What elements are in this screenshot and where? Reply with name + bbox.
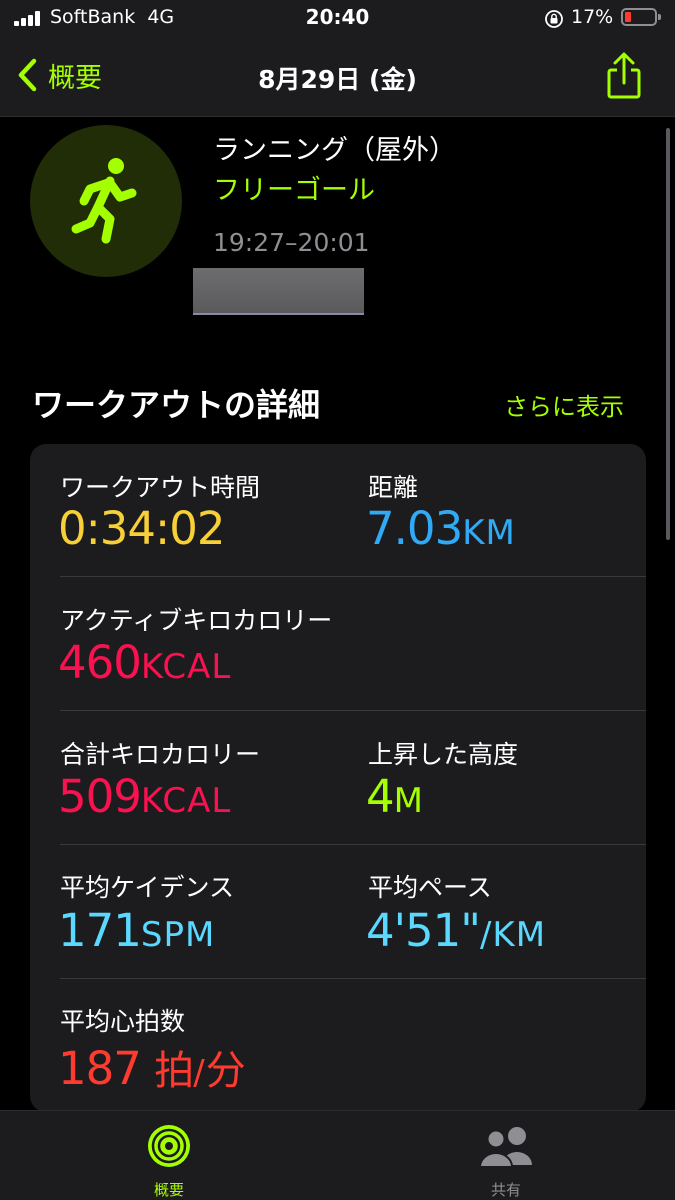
elevation-number: 4 (366, 770, 395, 823)
elevation-unit: M (393, 781, 424, 821)
heart-rate-label: 平均心拍数 (60, 1007, 186, 1036)
pace-label: 平均ペース (368, 873, 492, 902)
distance-unit: KM (462, 513, 516, 553)
total-kcal-number: 509 (58, 770, 142, 823)
duration-number: 0:34:02 (58, 502, 225, 555)
distance-value: 7.03KM (366, 502, 516, 555)
people-icon (478, 1127, 532, 1168)
tab-sharing-label: 共有 (490, 1181, 521, 1199)
heart-rate-unit-minute: 分 (205, 1048, 246, 1094)
navigation-bar: 概要 8月29日 (金) (0, 38, 675, 117)
elevation-value: 4M (366, 770, 424, 823)
heart-rate-unit-separator: / (193, 1053, 206, 1093)
redacted-location (193, 268, 364, 315)
workout-time-range: 19:27–20:01 (213, 228, 370, 257)
active-kcal-value: 460KCAL (58, 636, 231, 689)
running-figure-icon (71, 158, 137, 244)
cadence-label: 平均ケイデンス (60, 873, 235, 902)
workout-goal: フリーゴール (213, 175, 375, 206)
tab-sharing[interactable]: 共有 (416, 1111, 596, 1200)
distance-number: 7.03 (366, 502, 463, 555)
cadence-value: 171SPM (58, 904, 215, 957)
workout-type: ランニング（屋外） (213, 135, 456, 166)
cadence-number: 171 (58, 904, 142, 957)
distance-label: 距離 (368, 473, 419, 502)
active-kcal-number: 460 (58, 636, 142, 689)
elevation-label: 上昇した高度 (368, 740, 519, 769)
section-title: ワークアウトの詳細 (32, 386, 321, 424)
share-icon[interactable] (600, 50, 648, 102)
tab-bar: 概要 共有 (0, 1110, 675, 1200)
workout-details-card: ワークアウト時間 0:34:02 距離 7.03KM アクティブキロカロリー 4… (30, 444, 646, 1112)
active-kcal-label: アクティブキロカロリー (60, 606, 333, 635)
heart-rate-value: 187 拍/分 (58, 1038, 246, 1096)
workout-type-badge (30, 125, 182, 277)
duration-label: ワークアウト時間 (60, 473, 261, 502)
pace-value: 4'51"/KM (366, 904, 546, 957)
total-kcal-value: 509KCAL (58, 770, 231, 823)
battery-icon (621, 8, 661, 26)
pace-number: 4'51" (366, 904, 481, 957)
status-bar: SoftBank 4G 20:40 17% (0, 0, 675, 38)
activity-rings-icon (148, 1125, 190, 1167)
workout-detail-screen: SoftBank 4G 20:40 17% 概要 8月29日 (金) ランニング… (0, 0, 675, 1200)
total-kcal-label: 合計キロカロリー (60, 740, 261, 769)
divider (60, 710, 646, 711)
active-kcal-unit: KCAL (140, 647, 232, 687)
heart-rate-unit-beats: 拍 (154, 1048, 194, 1094)
duration-value: 0:34:02 (58, 502, 225, 555)
divider (60, 576, 646, 577)
orientation-lock-icon (545, 10, 563, 28)
divider (60, 844, 646, 845)
divider (60, 978, 646, 979)
page-title: 8月29日 (金) (258, 65, 417, 94)
battery-percent: 17% (571, 6, 614, 28)
total-kcal-unit: KCAL (140, 781, 232, 821)
pace-unit: /KM (479, 915, 547, 955)
cadence-unit: SPM (140, 915, 216, 955)
scroll-indicator (666, 128, 670, 540)
tab-summary[interactable]: 概要 (79, 1111, 259, 1200)
heart-rate-number: 187 (58, 1042, 142, 1095)
tab-summary-label: 概要 (153, 1181, 184, 1199)
show-more-link[interactable]: さらに表示 (504, 387, 624, 422)
